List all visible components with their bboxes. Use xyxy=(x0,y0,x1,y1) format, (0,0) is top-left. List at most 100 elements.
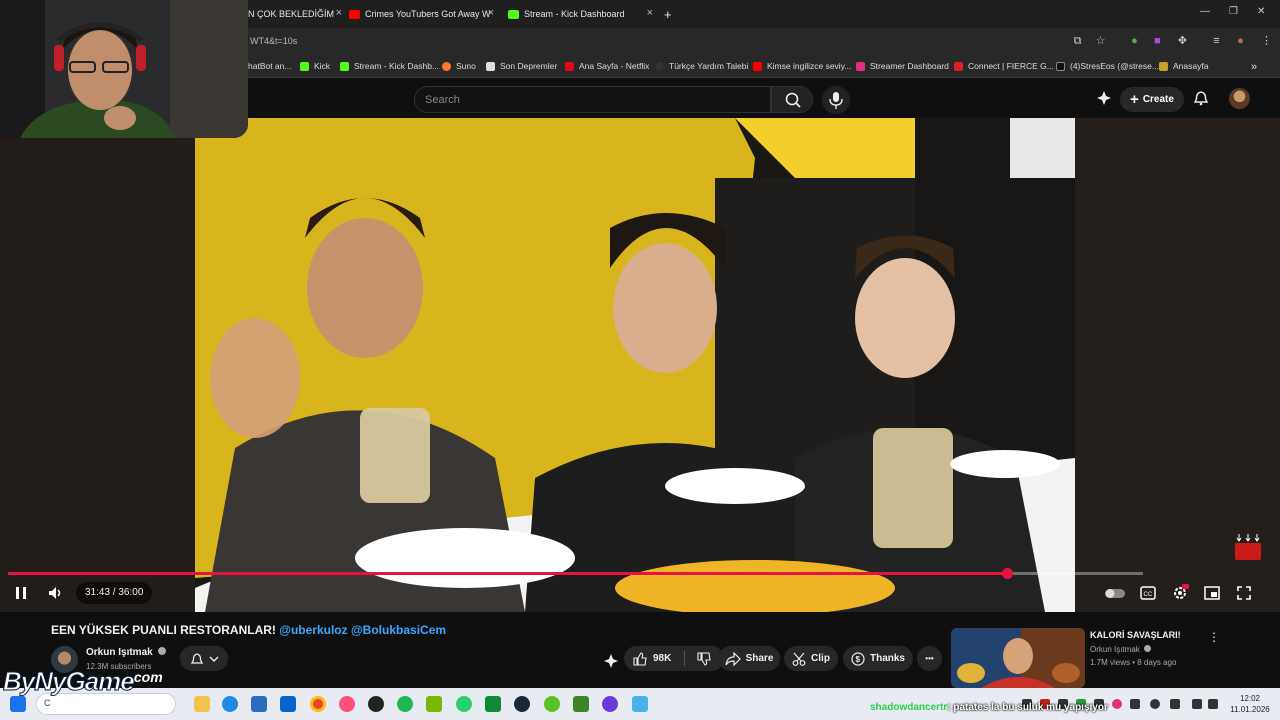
channel-name[interactable]: Orkun Işıtmak xyxy=(86,647,167,658)
microphone-icon[interactable] xyxy=(1170,699,1180,709)
tray-icon[interactable] xyxy=(1150,699,1160,709)
thumbnail-image xyxy=(951,628,1085,688)
puzzle-icon[interactable]: ✥ xyxy=(1176,35,1189,48)
create-button[interactable]: + Create xyxy=(1120,87,1184,112)
steam-icon[interactable] xyxy=(514,696,530,712)
recommended-title[interactable]: KALORİ SAVAŞLARI! xyxy=(1090,630,1181,640)
recommended-channel[interactable]: Orkun Işıtmak xyxy=(1090,645,1152,654)
recommended-thumbnail[interactable] xyxy=(951,628,1085,688)
tray-icon[interactable] xyxy=(1130,699,1140,709)
extension-icon[interactable]: ● xyxy=(1128,35,1141,48)
windows-start-icon[interactable] xyxy=(10,696,26,712)
close-icon[interactable]: × xyxy=(336,7,342,19)
share-icon xyxy=(724,651,741,666)
address-field[interactable]: WT4&t=10s xyxy=(250,36,297,46)
kebab-menu-icon[interactable]: ⋮ xyxy=(1260,35,1273,48)
menu-list-icon[interactable]: ≡ xyxy=(1210,35,1223,48)
page-icon xyxy=(486,61,495,71)
kebab-menu-icon[interactable]: ⋮ xyxy=(1208,630,1220,644)
mention-link[interactable]: @BolukbasiCem xyxy=(351,623,446,637)
app-icon[interactable] xyxy=(602,696,618,712)
progress-bar[interactable] xyxy=(8,568,1143,579)
close-window-icon[interactable]: ✕ xyxy=(1257,6,1265,17)
profile-icon[interactable]: ● xyxy=(1234,35,1247,48)
clock[interactable]: 12:02 11.01.2026 xyxy=(1226,693,1274,715)
subscribe-overlay-icon[interactable] xyxy=(1235,532,1261,560)
close-icon[interactable]: × xyxy=(647,7,653,19)
captions-icon[interactable]: CC xyxy=(1139,584,1157,602)
new-tab-button[interactable]: + xyxy=(664,4,678,24)
search-button[interactable] xyxy=(771,86,813,113)
tab-label: Crimes YouTubers Got Away W xyxy=(365,9,491,19)
bookmark-item[interactable]: Kick xyxy=(300,61,330,71)
more-actions-button[interactable]: ••• xyxy=(917,646,942,671)
bookmark-item[interactable]: Son Depremler xyxy=(486,61,557,71)
voice-search-button[interactable] xyxy=(822,86,850,114)
more-bookmarks-icon[interactable]: » xyxy=(1251,61,1257,73)
star-icon[interactable]: ☆ xyxy=(1094,35,1107,48)
mention-link[interactable]: @uberkuloz xyxy=(279,623,347,637)
minimize-icon[interactable]: — xyxy=(1200,6,1210,17)
file-explorer-icon[interactable] xyxy=(194,696,210,712)
restore-icon[interactable]: ❐ xyxy=(1229,6,1238,17)
share-button[interactable]: Share xyxy=(718,646,780,671)
bookmark-item[interactable]: Türkçe Yardım Talebi xyxy=(655,61,748,71)
search-input[interactable]: Search xyxy=(414,86,771,113)
bookmark-item[interactable]: Ana Sayfa - Netflix xyxy=(565,61,649,71)
avatar[interactable] xyxy=(1229,88,1250,109)
edge-icon[interactable] xyxy=(222,696,238,712)
watermark-logo: ByNyGame xyxy=(3,666,136,697)
bookmark-label: Son Depremler xyxy=(500,61,558,71)
kick-icon[interactable] xyxy=(485,696,501,712)
app-icon[interactable] xyxy=(632,696,648,712)
tab-3[interactable]: Stream - Kick Dashboard × xyxy=(508,4,653,24)
thanks-button[interactable]: $ Thanks xyxy=(843,646,913,671)
outlook-icon[interactable] xyxy=(280,696,296,712)
sparkle-icon[interactable] xyxy=(1096,90,1112,106)
close-icon[interactable]: × xyxy=(488,7,494,19)
bookmark-item[interactable]: Connect | FIERCE G... xyxy=(954,61,1054,71)
sparkle-icon[interactable] xyxy=(603,653,619,669)
bookmark-item[interactable]: Anasayfa xyxy=(1159,61,1208,71)
notification-button[interactable] xyxy=(180,646,228,671)
bell-icon[interactable] xyxy=(1193,90,1209,106)
bookmark-item[interactable]: Suno xyxy=(442,61,476,71)
bookmark-item[interactable]: Kimse ingilizce seviy... xyxy=(753,61,851,71)
app-icon[interactable] xyxy=(544,696,560,712)
bookmark-item[interactable]: Streamer Dashboard xyxy=(856,61,949,71)
tab-1[interactable]: N ÇOK BEKLEDİĞİM × xyxy=(248,4,342,24)
store-icon[interactable] xyxy=(251,696,267,712)
like-count[interactable]: 98K xyxy=(653,653,671,664)
settings-gear-icon[interactable] xyxy=(1171,584,1189,602)
bookmark-label: Kimse ingilizce seviy... xyxy=(767,61,852,71)
miniplayer-icon[interactable] xyxy=(1203,584,1221,602)
bookmark-label: Streamer Dashboard xyxy=(870,61,949,71)
bookmark-item[interactable]: Stream - Kick Dashb... xyxy=(340,61,439,71)
tray-icon[interactable] xyxy=(1112,699,1122,709)
super-thanks-icon: $ xyxy=(851,651,865,666)
obs-icon[interactable] xyxy=(368,696,384,712)
bookmark-item[interactable]: hatBot an... xyxy=(248,61,291,71)
tab-label: Stream - Kick Dashboard xyxy=(524,9,625,19)
network-icon[interactable] xyxy=(1192,699,1202,709)
bell-icon xyxy=(190,652,203,664)
tab-2[interactable]: Crimes YouTubers Got Away W × xyxy=(349,4,494,24)
autoplay-toggle[interactable] xyxy=(1104,584,1126,602)
chrome-icon[interactable] xyxy=(310,696,326,712)
minecraft-icon[interactable] xyxy=(573,696,589,712)
pause-icon[interactable] xyxy=(12,584,30,602)
volume-icon[interactable] xyxy=(46,584,64,602)
nvidia-icon[interactable] xyxy=(426,696,442,712)
spotify-icon[interactable] xyxy=(397,696,413,712)
clip-button[interactable]: Clip xyxy=(784,646,838,671)
whatsapp-icon[interactable] xyxy=(456,696,472,712)
fullscreen-icon[interactable] xyxy=(1235,584,1253,602)
thumbs-down-icon[interactable] xyxy=(696,651,712,667)
bookmark-item[interactable]: (4)StresEos (@strese... xyxy=(1056,61,1159,71)
opera-icon[interactable] xyxy=(339,696,355,712)
thumbs-up-icon[interactable] xyxy=(632,651,648,667)
extension-icon[interactable]: ■ xyxy=(1151,35,1164,48)
volume-icon[interactable] xyxy=(1208,699,1218,709)
cast-icon[interactable]: ⧉ xyxy=(1071,35,1084,48)
video-player[interactable]: 31:43 / 36:00 CC xyxy=(0,118,1280,612)
